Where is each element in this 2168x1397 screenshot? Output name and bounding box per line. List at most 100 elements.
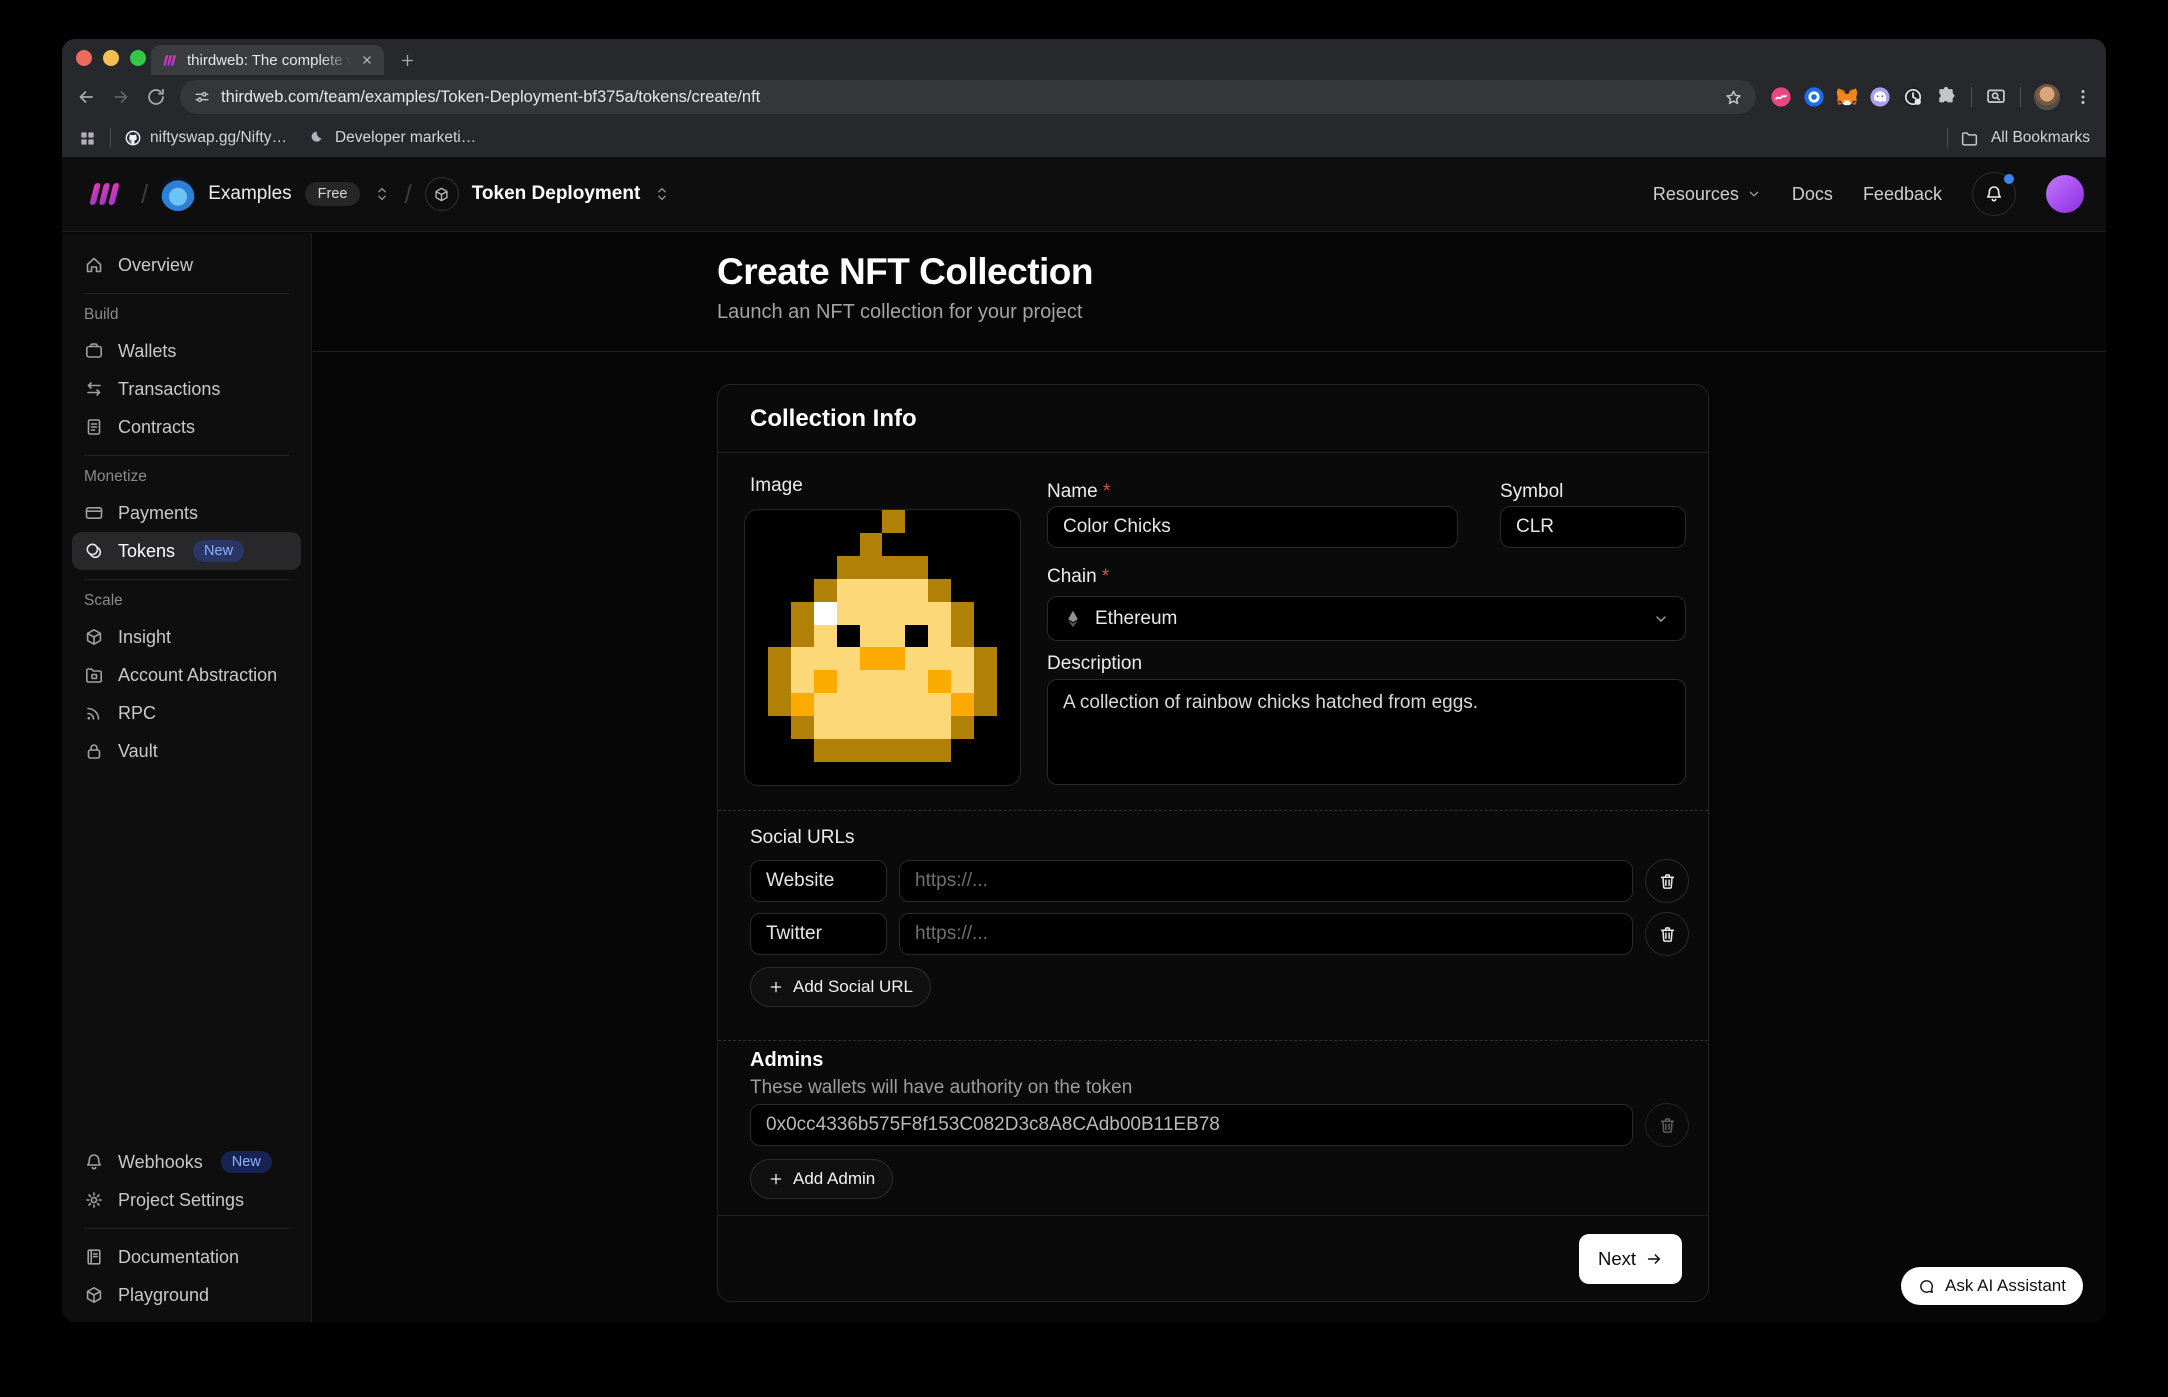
ask-ai-assistant-button[interactable]: Ask AI Assistant [1901,1267,2083,1305]
add-admin-button[interactable]: Add Admin [750,1159,893,1199]
minimize-window-button[interactable] [103,50,119,66]
apps-grid-icon[interactable] [78,129,97,148]
name-input[interactable] [1047,506,1458,548]
sidebar-item-label: Insight [118,627,171,648]
back-icon[interactable] [75,86,97,108]
reload-icon[interactable] [145,86,167,108]
breadcrumb-project[interactable]: Token Deployment [472,183,641,205]
chain-select[interactable]: Ethereum [1047,596,1686,641]
symbol-input[interactable] [1500,506,1686,548]
sidebar-divider [84,1228,289,1229]
collection-image-upload[interactable] [744,509,1021,786]
chevrons-up-down-icon[interactable] [653,185,671,203]
breadcrumb-slash: / [404,179,411,210]
rpc-icon [84,703,104,723]
site-settings-icon[interactable] [193,88,211,106]
plus-icon [768,979,784,995]
description-textarea[interactable]: A collection of rainbow chicks hatched f… [1047,679,1686,785]
blue-extension-icon[interactable] [1802,85,1826,109]
browser-toolbar: thirdweb.com/team/examples/Token-Deploym… [62,75,2106,119]
resources-menu[interactable]: Resources [1653,184,1762,205]
sidebar-item-payments[interactable]: Payments [72,494,301,532]
collection-fields-section: Image Name Symbol Chain Ethereum Descrip… [718,453,1708,811]
browser-tab[interactable]: thirdweb: The complete web3 [151,45,384,75]
pink-wallet-extension-icon[interactable] [1769,85,1793,109]
sidebar-item-webhooks[interactable]: Webhooks New [72,1143,301,1181]
account-abstraction-icon [84,665,104,685]
new-badge: New [221,1151,272,1173]
sidebar-item-rpc[interactable]: RPC [72,694,301,732]
folder-icon [1960,129,1979,148]
social-url-row [750,912,1689,956]
screen-search-icon[interactable] [1985,86,2007,108]
history-extension-icon[interactable] [1901,85,1925,109]
breadcrumb-team[interactable]: Examples [208,183,291,205]
card-title: Collection Info [718,385,1708,453]
social-platform-input[interactable] [750,860,887,902]
sidebar-item-label: Payments [118,503,198,524]
sidebar-divider [84,455,289,456]
social-url-input[interactable] [899,913,1633,955]
sidebar-item-label: Account Abstraction [118,665,277,686]
fullscreen-window-button[interactable] [130,50,146,66]
settings-icon [84,1190,104,1210]
new-tab-button[interactable] [395,48,419,72]
sidebar-item-label: Webhooks [118,1152,203,1173]
sidebar-item-label: Transactions [118,379,220,400]
admin-address-input[interactable] [750,1104,1633,1146]
bookmark-star-icon[interactable] [1724,88,1743,107]
image-label: Image [750,475,803,497]
sidebar-item-label: Project Settings [118,1190,244,1211]
puzzle-extensions-icon[interactable] [1934,85,1958,109]
sidebar-item-project-settings[interactable]: Project Settings [72,1181,301,1219]
sidebar-item-account-abstraction[interactable]: Account Abstraction [72,656,301,694]
thirdweb-logo[interactable] [84,179,128,209]
bookmark-item[interactable]: niftyswap.gg/Nifty… [124,129,287,147]
team-avatar[interactable] [161,177,195,211]
collection-info-card: Collection Info Image Name Symbol Chain … [717,384,1709,1302]
page-title-band: Create NFT Collection Launch an NFT coll… [313,233,2106,352]
chevrons-up-down-icon[interactable] [373,185,391,203]
browser-menu-icon[interactable] [2073,87,2093,107]
crescent-site-icon [309,129,327,147]
forward-icon[interactable] [110,86,132,108]
notifications-button[interactable] [1972,172,2016,216]
sidebar-item-documentation[interactable]: Documentation [72,1238,301,1276]
insight-icon [84,627,104,647]
vault-icon [84,741,104,761]
docs-link[interactable]: Docs [1792,184,1833,205]
name-label: Name [1047,481,1110,503]
account-avatar[interactable] [2046,175,2084,213]
sidebar-item-label: Tokens [118,541,175,562]
sidebar-item-transactions[interactable]: Transactions [72,370,301,408]
sidebar-item-vault[interactable]: Vault [72,732,301,770]
sidebar-item-wallets[interactable]: Wallets [72,332,301,370]
sidebar-item-playground[interactable]: Playground [72,1276,301,1314]
sidebar-item-tokens[interactable]: Tokens New [72,532,301,570]
delete-social-url-button[interactable] [1645,859,1689,903]
bookmark-item[interactable]: Developer marketi… [309,129,476,147]
chevron-down-icon [1746,186,1762,202]
close-tab-icon[interactable] [360,53,374,67]
delete-social-url-button[interactable] [1645,912,1689,956]
toolbar-divider [1971,87,1972,107]
all-bookmarks-label[interactable]: All Bookmarks [1991,129,2090,147]
feedback-link[interactable]: Feedback [1863,184,1942,205]
trash-icon [1658,872,1677,891]
close-window-button[interactable] [76,50,92,66]
social-url-input[interactable] [899,860,1633,902]
phantom-icon[interactable] [1868,85,1892,109]
sidebar-divider [84,293,289,294]
sidebar-item-insight[interactable]: Insight [72,618,301,656]
address-bar[interactable]: thirdweb.com/team/examples/Token-Deploym… [180,80,1756,114]
sidebar-item-contracts[interactable]: Contracts [72,408,301,446]
sidebar-item-label: Playground [118,1285,209,1306]
social-platform-input[interactable] [750,913,887,955]
sidebar-item-overview[interactable]: Overview [72,246,301,284]
metamask-icon[interactable] [1835,85,1859,109]
next-button[interactable]: Next [1579,1234,1682,1284]
add-social-url-button[interactable]: Add Social URL [750,967,931,1007]
new-badge: New [193,540,244,562]
wallet-icon [84,341,104,361]
chrome-profile-avatar[interactable] [2034,84,2060,110]
